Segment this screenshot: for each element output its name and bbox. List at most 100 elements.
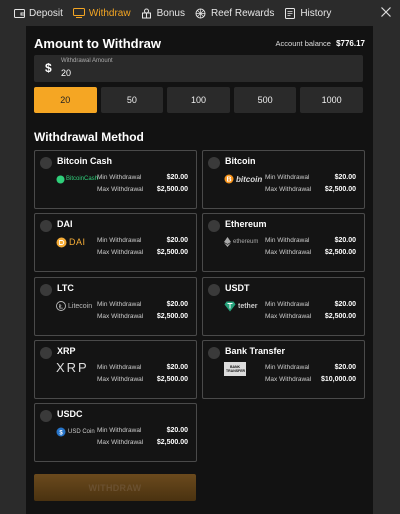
min-label: Min Withdrawal (265, 237, 310, 244)
balance-value: $776.17 (336, 39, 365, 48)
bitcoin-logo-text: bitcoin (236, 174, 263, 184)
radio-bitcoin-cash[interactable] (40, 157, 52, 169)
method-card-bank-transfer[interactable]: Bank Transfer BANK TRANSFER Min Withdraw… (202, 340, 365, 399)
min-value: $20.00 (334, 301, 356, 308)
method-card-bitcoin-cash[interactable]: Bitcoin Cash BitcoinCash Min Withdrawal $… (34, 150, 197, 209)
radio-bank-transfer[interactable] (208, 347, 220, 359)
method-name: USDC (57, 409, 83, 419)
method-card-dai[interactable]: DAI DAI Min Withdrawal $20.00 Max Withdra… (34, 213, 197, 272)
tab-bonus-label: Bonus (156, 7, 185, 19)
bitcoin-cash-logo-icon: BitcoinCash (56, 173, 98, 185)
min-withdrawal-row: Min Withdrawal $20.00 (97, 364, 188, 371)
max-value: $2,500.00 (156, 313, 188, 320)
withdrawal-method-title: Withdrawal Method (34, 130, 144, 144)
max-label: Max Withdrawal (97, 186, 144, 193)
min-value: $20.00 (166, 237, 188, 244)
radio-xrp[interactable] (40, 347, 52, 359)
max-value: $2,500.00 (156, 439, 188, 446)
radio-dai[interactable] (40, 220, 52, 232)
min-label: Min Withdrawal (265, 301, 310, 308)
max-withdrawal-row: Max Withdrawal $2,500.00 (97, 249, 188, 256)
method-name: DAI (57, 219, 73, 229)
max-value: $10,000.00 (320, 376, 356, 383)
usdc-logo-icon: $ USD Coin (56, 426, 95, 438)
preset-500-button[interactable]: 500 (233, 87, 297, 113)
bank-icon: BANK TRANSFER (224, 362, 246, 376)
max-withdrawal-row: Max Withdrawal $2,500.00 (265, 313, 356, 320)
method-card-bitcoin[interactable]: Bitcoin B bitcoin Min Withdrawal $20.00 M… (202, 150, 365, 209)
min-withdrawal-row: Min Withdrawal $20.00 (97, 301, 188, 308)
xrp-logo-text: XRP (56, 359, 89, 375)
method-card-ltc[interactable]: LTC Ł Litecoin Min Withdrawal $20.00 Max … (34, 277, 197, 336)
history-icon (284, 7, 296, 19)
tab-deposit[interactable]: Deposit (8, 0, 68, 26)
method-name: LTC (57, 283, 74, 293)
tab-reef-rewards-label: Reef Rewards (210, 7, 275, 19)
min-label: Min Withdrawal (265, 174, 310, 181)
radio-bitcoin[interactable] (208, 157, 220, 169)
radio-usdc[interactable] (40, 410, 52, 422)
tab-withdraw[interactable]: Withdraw (68, 0, 136, 26)
min-value: $20.00 (166, 174, 188, 181)
method-card-xrp[interactable]: XRP XRP Min Withdrawal $20.00 Max Withdra… (34, 340, 197, 399)
usdc-logo-text: USD Coin (68, 429, 95, 435)
tab-bonus[interactable]: Bonus (136, 0, 190, 26)
svg-text:Ł: Ł (59, 304, 63, 311)
min-withdrawal-row: Min Withdrawal $20.00 (265, 364, 356, 371)
preset-1000-button[interactable]: 1000 (300, 87, 363, 113)
ethereum-logo-icon: ethereum (224, 236, 258, 248)
method-card-usdt[interactable]: USDT tether Min Withdrawal $20.00 Max Wit… (202, 277, 365, 336)
min-value: $20.00 (334, 237, 356, 244)
radio-usdt[interactable] (208, 284, 220, 296)
withdraw-button[interactable]: WITHDRAW (34, 474, 196, 501)
min-withdrawal-row: Min Withdrawal $20.00 (265, 174, 356, 181)
method-card-usdc[interactable]: USDC $ USD Coin Min Withdrawal $20.00 Max… (34, 403, 197, 462)
preset-amounts: 20 50 100 500 1000 (34, 87, 363, 113)
min-value: $20.00 (334, 174, 356, 181)
preset-50-button[interactable]: 50 (100, 87, 164, 113)
close-icon[interactable] (378, 4, 394, 20)
xrp-logo-icon: XRP (56, 359, 89, 375)
max-label: Max Withdrawal (97, 376, 144, 383)
min-label: Min Withdrawal (97, 174, 142, 181)
reef-rewards-icon (195, 7, 207, 19)
bonus-icon (141, 7, 153, 19)
min-label: Min Withdrawal (97, 427, 142, 434)
dai-logo-icon: DAI (56, 236, 86, 248)
radio-ltc[interactable] (40, 284, 52, 296)
method-name: Bitcoin Cash (57, 156, 113, 166)
min-label: Min Withdrawal (265, 364, 310, 371)
min-value: $20.00 (166, 364, 188, 371)
min-value: $20.00 (166, 427, 188, 434)
withdrawal-amount-value[interactable]: 20 (61, 68, 71, 78)
ethereum-logo-text: ethereum (233, 239, 259, 245)
bank-transfer-logo-icon: BANK TRANSFER (224, 362, 246, 376)
min-withdrawal-row: Min Withdrawal $20.00 (265, 301, 356, 308)
currency-symbol: $ (45, 61, 52, 75)
tab-history[interactable]: History (279, 0, 336, 26)
withdrawal-amount-field[interactable]: $ Withdrawal Amount 20 (34, 55, 363, 82)
max-label: Max Withdrawal (97, 313, 144, 320)
max-label: Max Withdrawal (265, 186, 312, 193)
max-value: $2,500.00 (156, 376, 188, 383)
max-withdrawal-row: Max Withdrawal $2,500.00 (97, 313, 188, 320)
preset-20-button[interactable]: 20 (34, 87, 97, 113)
tab-withdraw-label: Withdraw (88, 7, 131, 19)
method-name: XRP (57, 346, 76, 356)
radio-ethereum[interactable] (208, 220, 220, 232)
withdrawal-amount-label: Withdrawal Amount (61, 58, 113, 64)
preset-100-button[interactable]: 100 (167, 87, 230, 113)
method-name: Ethereum (225, 219, 267, 229)
method-card-ethereum[interactable]: Ethereum ethereum Min Withdrawal $20.00 M… (202, 213, 365, 272)
bank-logo-text: BANK TRANSFER (226, 365, 246, 373)
max-label: Max Withdrawal (97, 249, 144, 256)
max-withdrawal-row: Max Withdrawal $2,500.00 (97, 186, 188, 193)
amount-title: Amount to Withdraw (34, 36, 161, 51)
min-value: $20.00 (166, 301, 188, 308)
tab-bar: Deposit Withdraw Bonus Reef Rewards Hist… (0, 0, 400, 26)
withdraw-panel: Amount to Withdraw Account balance $776.… (26, 26, 373, 514)
max-withdrawal-row: Max Withdrawal $2,500.00 (97, 376, 188, 383)
min-withdrawal-row: Min Withdrawal $20.00 (97, 427, 188, 434)
tab-reef-rewards[interactable]: Reef Rewards (190, 0, 279, 26)
svg-text:B: B (226, 177, 231, 184)
